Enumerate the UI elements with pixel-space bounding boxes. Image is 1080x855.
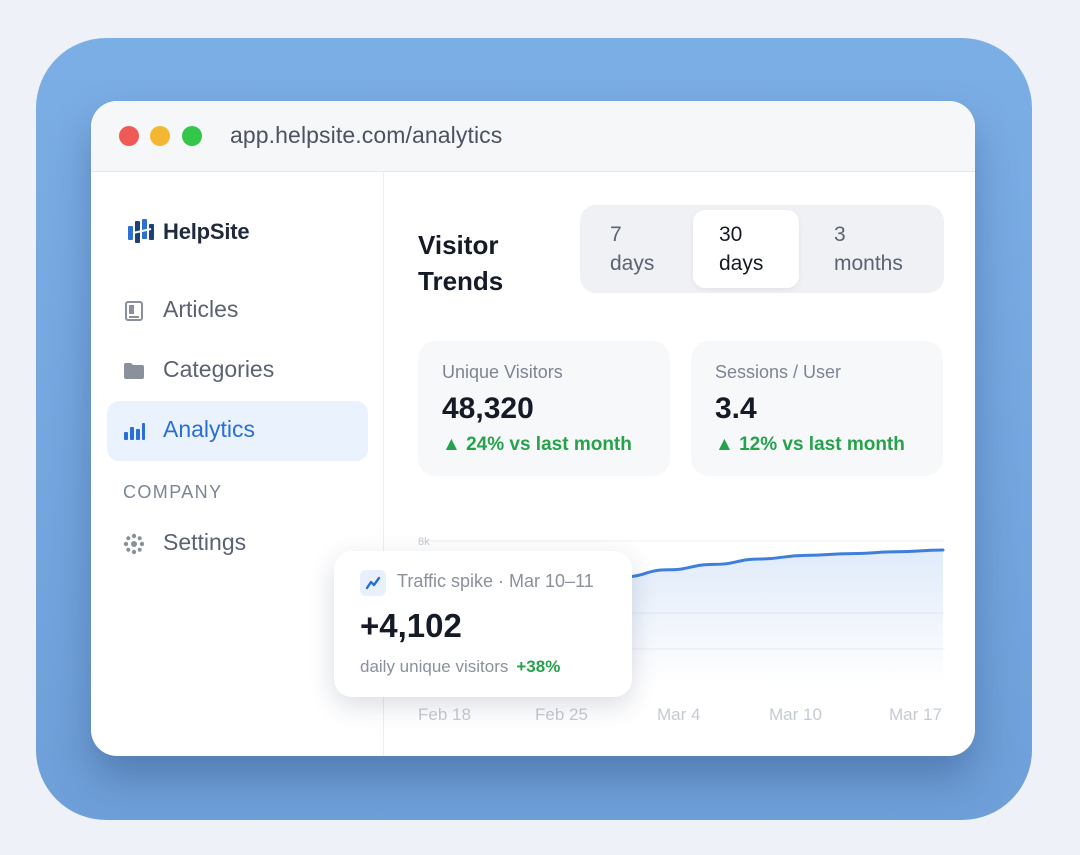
date-range-selector: 7 days 30 days 3 months xyxy=(580,205,944,293)
bar-chart-icon xyxy=(124,423,145,440)
range-option-unit: days xyxy=(610,252,655,275)
stat-card-unique-visitors: Unique Visitors 48,320 ▲ 24% vs last mon… xyxy=(418,341,670,476)
sidebar-item-label: Analytics xyxy=(163,416,256,442)
page-title: Visitor Trends xyxy=(418,230,504,296)
sidebar-item-label: Settings xyxy=(163,529,247,555)
sidebar-item-analytics[interactable]: Analytics xyxy=(107,401,368,461)
range-option-7-days[interactable]: 7 days xyxy=(580,210,693,288)
range-option-number: 3 xyxy=(834,223,846,246)
tooltip-caption: daily unique visitors +38% xyxy=(360,657,560,677)
sidebar-item-articles[interactable]: Articles xyxy=(107,281,368,341)
range-option-30-days[interactable]: 30 days xyxy=(693,210,799,288)
book-icon xyxy=(125,301,143,321)
sidebar-item-categories[interactable]: Categories xyxy=(107,341,368,401)
traffic-spike-tooltip: Traffic spike · Mar 10–11 +4,102 daily u… xyxy=(334,551,632,697)
x-tick-label: Feb 25 xyxy=(535,705,588,724)
title-bar: app.helpsite.com/analytics xyxy=(91,101,975,172)
range-option-number: 30 xyxy=(719,223,743,246)
y-tick-label: 8k xyxy=(418,536,430,548)
x-tick-label: Mar 10 xyxy=(769,705,822,724)
sidebar-item-label: Articles xyxy=(163,296,239,322)
stat-value: 3.4 xyxy=(715,392,757,425)
stat-card-sessions-per-user: Sessions / User 3.4 ▲ 12% vs last month xyxy=(691,341,943,476)
close-window-button[interactable] xyxy=(119,126,139,146)
tooltip-title: Traffic spike xyxy=(397,571,494,591)
range-option-unit: days xyxy=(719,252,764,275)
tooltip-caption-text: daily unique visitors xyxy=(360,657,509,676)
tooltip-change: +38% xyxy=(516,657,561,676)
helpsite-logo-icon xyxy=(128,219,154,243)
address-bar[interactable]: app.helpsite.com/analytics xyxy=(230,122,502,149)
maximize-window-button[interactable] xyxy=(182,126,202,146)
folder-icon xyxy=(124,363,144,379)
x-tick-label: Mar 4 xyxy=(657,705,700,724)
gear-icon xyxy=(123,533,145,555)
stat-value: 48,320 xyxy=(442,392,534,425)
section-label-company: COMPANY xyxy=(123,482,223,502)
stat-label: Unique Visitors xyxy=(442,362,563,382)
minimize-window-button[interactable] xyxy=(150,126,170,146)
stat-label: Sessions / User xyxy=(715,362,842,382)
range-option-number: 7 xyxy=(610,223,622,246)
sidebar-item-label: Categories xyxy=(163,356,275,382)
tooltip-date: Mar 10–11 xyxy=(509,571,594,591)
trend-up-icon xyxy=(360,570,386,596)
sidebar-item-settings[interactable]: Settings xyxy=(107,514,368,574)
x-tick-label: Mar 17 xyxy=(889,705,942,724)
x-tick-label: Feb 18 xyxy=(418,705,471,724)
stat-delta: ▲ 12% vs last month xyxy=(715,434,905,455)
tooltip-value: +4,102 xyxy=(360,607,462,644)
range-option-unit: months xyxy=(834,252,903,275)
range-option-3-months[interactable]: 3 months xyxy=(804,210,944,288)
browser-window: app.helpsite.com/analytics HelpSite Arti… xyxy=(91,101,975,756)
tooltip-header: Traffic spike · Mar 10–11 xyxy=(397,571,594,591)
brand-name: HelpSite xyxy=(163,219,250,244)
stat-delta: ▲ 24% vs last month xyxy=(442,434,632,455)
